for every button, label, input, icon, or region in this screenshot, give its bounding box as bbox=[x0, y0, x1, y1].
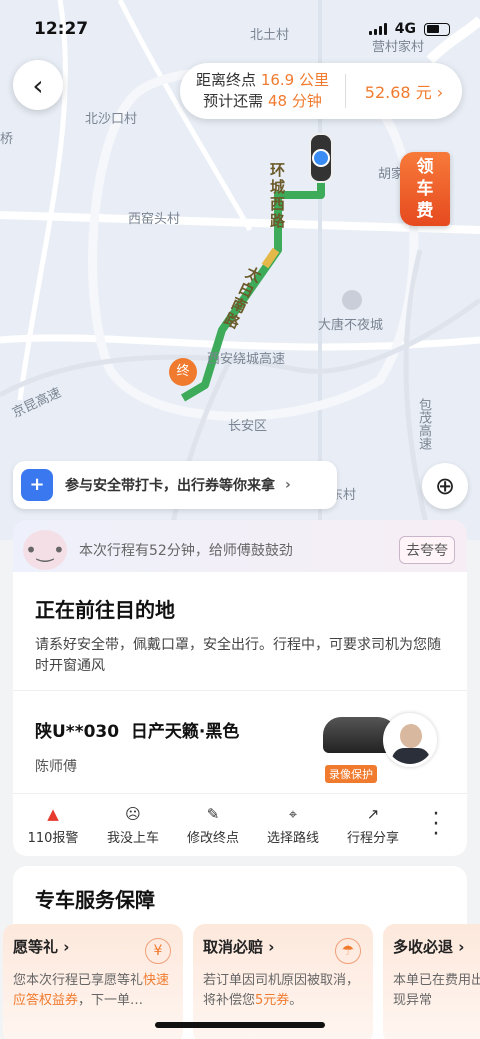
tile-desc: 您本次行程已享愿等礼快速应答权益券，下一单… bbox=[13, 971, 173, 1011]
praise-button[interactable]: 去夸夸 bbox=[399, 536, 455, 564]
trip-status-title: 正在前往目的地 bbox=[35, 598, 175, 622]
encourage-text: 本次行程有52分钟，给师傅鼓鼓劲 bbox=[79, 543, 293, 559]
chevron-right-icon: › bbox=[436, 83, 444, 102]
distance-prefix: 距离终点 bbox=[196, 71, 257, 89]
status-bar: 12:27 4G bbox=[0, 0, 480, 58]
time-prefix: 预计还需 bbox=[203, 92, 264, 110]
map-label: 桥 bbox=[0, 132, 14, 147]
driver-card[interactable]: 陕U**030 日产天籁·黑色 陈师傅 录像保护 bbox=[13, 690, 467, 793]
service-guarantee-section: 专车服务保障 愿等礼 › 您本次行程已享愿等礼快速应答权益券，下一单… ¥ 取消… bbox=[3, 866, 480, 1039]
alarm-icon: ▲ bbox=[47, 804, 59, 823]
action-label: 行程分享 bbox=[346, 830, 399, 846]
coupon-text: 费 bbox=[416, 201, 434, 221]
chevron-left-icon: ‹ bbox=[32, 68, 44, 102]
trip-info-pill[interactable]: 距离终点 16.9 公里 预计还需 48 分钟 52.68 元 › bbox=[180, 63, 462, 119]
yen-icon: ¥ bbox=[145, 938, 171, 964]
car-model: 日产天籁·黑色 bbox=[130, 722, 240, 742]
claim-fare-coupon-button[interactable]: 领 车 费 bbox=[400, 152, 450, 226]
destination-pin-icon: 终 bbox=[169, 358, 197, 386]
trip-status-card: 正在前往目的地 请系好安全带，佩戴口罩，安全出行。行程中，可要求司机为您随时开窗… bbox=[13, 572, 467, 690]
share-icon: ↗ bbox=[366, 804, 380, 823]
crosshair-icon: ⊕ bbox=[434, 472, 456, 500]
time-value: 48 分钟 bbox=[267, 92, 322, 110]
map-label: 长安区 bbox=[228, 419, 268, 434]
tile-desc-text: 。 bbox=[289, 993, 303, 1008]
map-label: 大唐不夜城 bbox=[318, 318, 384, 333]
tile-desc: 若订单因司机原因被取消，将补偿您5元券。 bbox=[203, 971, 363, 1011]
route-icon: ⌖ bbox=[288, 804, 298, 823]
driver-avatar[interactable] bbox=[383, 713, 437, 767]
map-label: 西安绕城高速 bbox=[207, 352, 286, 367]
alarm-110-button[interactable]: ▲ 110报警 bbox=[13, 805, 93, 846]
banner-text: 参与安全带打卡，出行券等你来拿 bbox=[65, 478, 275, 494]
signal-icon bbox=[368, 23, 387, 35]
chevron-right-icon: › bbox=[285, 477, 291, 493]
mascot-icon: •‿• bbox=[23, 530, 67, 570]
change-destination-button[interactable]: ✎ 修改终点 bbox=[173, 805, 253, 846]
not-boarded-button[interactable]: ☹ 我没上车 bbox=[93, 805, 173, 846]
service-tile[interactable]: 多收必退 › 本单已在费用出现异常 bbox=[383, 924, 480, 1039]
more-options-button[interactable]: · · · bbox=[413, 804, 459, 846]
tile-desc: 本单已在费用出现异常 bbox=[393, 973, 480, 1008]
pencil-icon: ✎ bbox=[206, 804, 220, 823]
trip-status-desc: 请系好安全带，佩戴口罩，安全出行。行程中，可要求司机为您随时开窗通风 bbox=[35, 637, 441, 674]
choose-route-button[interactable]: ⌖ 选择路线 bbox=[253, 805, 333, 846]
action-label: 我没上车 bbox=[106, 830, 159, 846]
battery-icon bbox=[424, 22, 450, 36]
action-label: 110报警 bbox=[27, 830, 79, 846]
fare-value: 52.68 元 bbox=[364, 83, 432, 102]
distance-value: 16.9 公里 bbox=[260, 71, 329, 89]
driver-name: 陈师傅 bbox=[35, 759, 77, 775]
fare-button[interactable]: 52.68 元 › bbox=[346, 79, 462, 103]
tile-desc-text: 您本次行程已享愿等礼 bbox=[13, 973, 144, 988]
shield-plus-icon: + bbox=[21, 469, 53, 501]
sad-face-icon: ☹ bbox=[125, 804, 141, 823]
action-label: 选择路线 bbox=[266, 830, 319, 846]
status-time: 12:27 bbox=[34, 19, 89, 39]
service-title: 专车服务保障 bbox=[35, 888, 155, 912]
encourage-driver-bar: •‿• 本次行程有52分钟，给师傅鼓鼓劲 去夸夸 bbox=[13, 520, 467, 580]
action-label: 修改终点 bbox=[186, 830, 239, 846]
locate-button[interactable]: ⊕ bbox=[422, 463, 468, 509]
road-label: 环城西路 bbox=[268, 162, 286, 230]
map-label: 西窑头村 bbox=[128, 212, 181, 227]
back-button[interactable]: ‹ bbox=[13, 60, 63, 110]
record-badge: 录像保护 bbox=[325, 765, 377, 783]
more-vertical-icon: · · · bbox=[432, 802, 440, 847]
action-bar: ▲ 110报警 ☹ 我没上车 ✎ 修改终点 ⌖ 选择路线 ↗ 行程分享 · · · bbox=[13, 793, 467, 856]
share-trip-button[interactable]: ↗ 行程分享 bbox=[333, 805, 413, 846]
car-position-icon bbox=[309, 133, 333, 183]
home-indicator[interactable] bbox=[155, 1022, 325, 1028]
tile-title: 多收必退 › bbox=[393, 938, 465, 956]
screen: 北土村 北沙口村 桥 胡家 西窑头村 大唐不夜城 西安绕城高速 京昆高速 长安区… bbox=[0, 0, 480, 1039]
coupon-text: 领 bbox=[416, 157, 434, 177]
map-label: 包茂高速 bbox=[416, 398, 431, 450]
umbrella-icon: ☂ bbox=[335, 938, 361, 964]
map-label: 北沙口村 bbox=[85, 112, 138, 127]
coupon-text: 车 bbox=[416, 179, 434, 199]
network-type: 4G bbox=[394, 21, 416, 37]
plate-number: 陕U**030 bbox=[35, 722, 120, 742]
tile-desc-highlight: 5元券 bbox=[255, 993, 290, 1008]
seatbelt-checkin-banner[interactable]: + 参与安全带打卡，出行券等你来拿 › bbox=[13, 461, 337, 509]
trip-remaining: 距离终点 16.9 公里 预计还需 48 分钟 bbox=[180, 70, 345, 112]
tile-desc-text: ，下一单… bbox=[78, 993, 144, 1008]
